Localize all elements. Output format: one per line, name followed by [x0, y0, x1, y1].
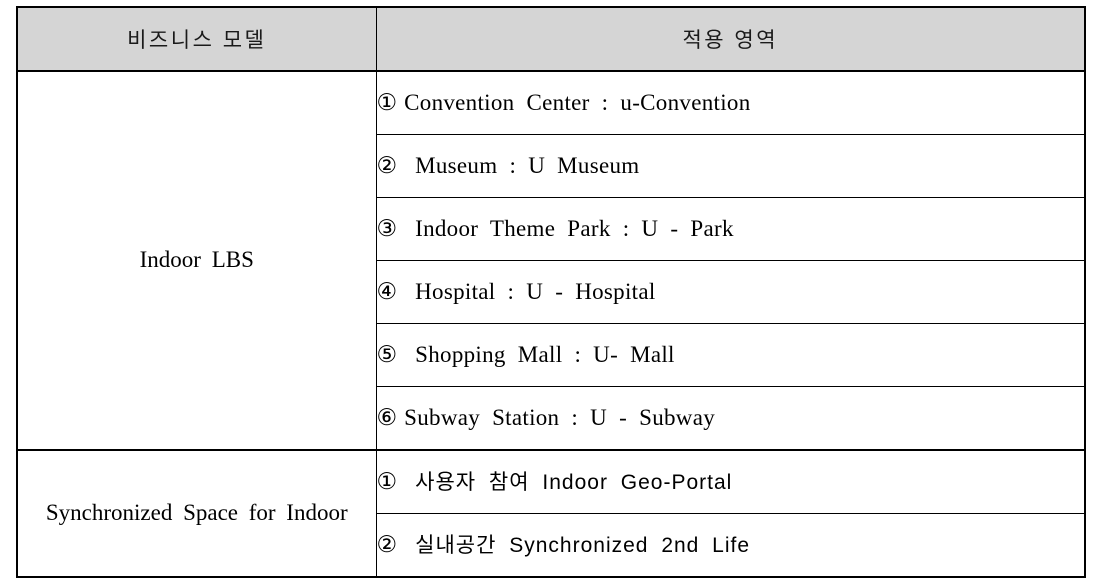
application-area-cell: ① 사용자 참여 Indoor Geo-Portal: [376, 450, 1086, 514]
application-area-cell: ⑤ Shopping Mall : U- Mall: [376, 323, 1086, 387]
item-number: ②: [376, 153, 398, 179]
list-item: ① 사용자 참여 Indoor Geo-Portal: [377, 468, 733, 496]
table-row: Indoor LBS ① Convention Center : u-Convent…: [16, 71, 1086, 451]
application-area-cell: ② 실내공간 Synchronized 2nd Life: [376, 513, 1086, 578]
item-label: 사용자 참여 Indoor Geo-Portal: [415, 471, 733, 495]
list-item: ③ Indoor Theme Park : U - Park: [377, 215, 734, 243]
item-number: ①: [376, 90, 398, 116]
item-number: ⑥: [376, 405, 398, 431]
item-label: Indoor Theme Park : U - Park: [415, 216, 734, 242]
list-item: ① Convention Center : u-Convention: [377, 89, 751, 117]
item-label: 실내공간 Synchronized 2nd Life: [415, 534, 751, 558]
item-number: ④: [376, 279, 398, 305]
header-row: 비즈니스 모델 적용 영역: [16, 6, 1086, 72]
item-number: ⑤: [376, 342, 398, 368]
page-root: 비즈니스 모델 적용 영역 Indoor LBS ① Convention Cent…: [0, 0, 1095, 585]
table-header: 비즈니스 모델 적용 영역: [16, 6, 1086, 72]
application-area-cell: ⑥ Subway Station : U - Subway: [376, 386, 1086, 451]
list-item: ⑤ Shopping Mall : U- Mall: [377, 341, 675, 369]
business-model-table: 비즈니스 모델 적용 영역 Indoor LBS ① Convention Cent…: [16, 6, 1086, 578]
application-area-cell: ④ Hospital : U - Hospital: [376, 260, 1086, 324]
application-area-cell: ② Museum : U Museum: [376, 134, 1086, 198]
column-header-application-area: 적용 영역: [376, 6, 1086, 72]
table-body: Indoor LBS ① Convention Center : u-Convent…: [16, 71, 1086, 578]
application-area-cell: ③ Indoor Theme Park : U - Park: [376, 197, 1086, 261]
item-label: Hospital : U - Hospital: [415, 279, 656, 305]
list-item: ② 실내공간 Synchronized 2nd Life: [377, 531, 751, 559]
item-label: Convention Center : u-Convention: [404, 90, 751, 116]
item-number: ②: [376, 532, 398, 558]
item-label: Museum : U Museum: [415, 153, 640, 179]
item-number: ③: [376, 216, 398, 242]
table-container: 비즈니스 모델 적용 영역 Indoor LBS ① Convention Cent…: [16, 6, 1086, 578]
item-label: Shopping Mall : U- Mall: [415, 342, 675, 368]
list-item: ⑥ Subway Station : U - Subway: [377, 404, 716, 432]
item-label: Subway Station : U - Subway: [404, 405, 716, 431]
application-area-cell: ① Convention Center : u-Convention: [376, 71, 1086, 135]
list-item: ④ Hospital : U - Hospital: [377, 278, 656, 306]
list-item: ② Museum : U Museum: [377, 152, 640, 180]
business-model-cell: Synchronized Space for Indoor: [16, 450, 377, 578]
item-number: ①: [376, 469, 398, 495]
business-model-cell: Indoor LBS: [16, 71, 377, 451]
table-row: Synchronized Space for Indoor ① 사용자 참여 Ind…: [16, 450, 1086, 578]
column-header-business-model: 비즈니스 모델: [16, 6, 377, 72]
